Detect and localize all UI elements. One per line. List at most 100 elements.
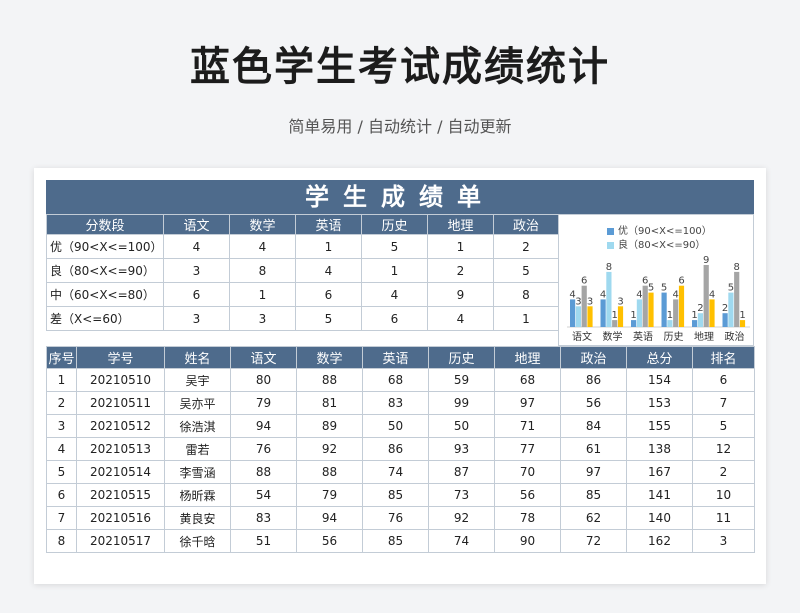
summary-row: 差（X<=60） 3 3 5 6 4 1 [46, 306, 559, 331]
table-row: 3 20210512 徐浩淇 94 89 50 50 71 84 155 5 [46, 414, 755, 438]
data-label: 3 [587, 296, 593, 307]
table-cell: 73 [428, 483, 495, 507]
data-label: 6 [581, 276, 587, 287]
table-cell: 78 [494, 506, 561, 530]
summary-count-cell: 3 [163, 258, 230, 283]
data-label: 5 [648, 283, 654, 294]
column-header: 学号 [76, 346, 165, 369]
table-cell: 6 [46, 483, 77, 507]
table-cell: 20210512 [76, 414, 165, 438]
bar [587, 306, 593, 327]
data-label: 1 [612, 310, 618, 321]
summary-count-cell: 4 [229, 234, 296, 259]
table-cell: 83 [230, 506, 297, 530]
table-cell: 88 [296, 368, 363, 392]
table-cell: 83 [362, 391, 429, 415]
table-cell: 62 [560, 506, 627, 530]
table-cell: 154 [626, 368, 693, 392]
table-cell: 71 [494, 414, 561, 438]
summary-header-cell: 政治 [493, 214, 559, 235]
table-cell: 59 [428, 368, 495, 392]
summary-count-cell: 9 [427, 282, 494, 307]
summary-count-cell: 2 [427, 258, 494, 283]
bar-chart-svg: 4363语文4813数学1465英语5146历史1294地理2581政治 [567, 255, 750, 343]
summary-row: 良（80<X<=90） 3 8 4 1 2 5 [46, 258, 559, 283]
table-cell: 72 [560, 529, 627, 553]
table-cell: 140 [626, 506, 693, 530]
table-row: 1 20210510 吴宇 80 88 68 59 68 86 154 6 [46, 368, 755, 392]
table-cell: 79 [296, 483, 363, 507]
column-header: 历史 [428, 346, 495, 369]
table-cell: 97 [494, 391, 561, 415]
table-cell: 20210511 [76, 391, 165, 415]
x-tick-label: 历史 [664, 331, 684, 343]
table-cell: 20210515 [76, 483, 165, 507]
table-cell: 80 [230, 368, 297, 392]
table-cell: 7 [46, 506, 77, 530]
summary-count-cell: 5 [295, 306, 362, 331]
column-header: 序号 [46, 346, 77, 369]
bar [697, 313, 703, 327]
score-range-chart: 优（90<X<=100） 良（80<X<=90） 4 3 6 3 语文 4 8 1 3 数学 1 4 6… [558, 214, 754, 346]
bar [600, 299, 606, 327]
summary-count-cell: 1 [493, 306, 559, 331]
data-label: 5 [728, 283, 734, 294]
data-label: 8 [734, 262, 740, 273]
column-header: 英语 [362, 346, 429, 369]
data-label: 3 [575, 296, 581, 307]
score-range-label: 中（60<X<=80） [46, 282, 164, 307]
table-cell: 8 [46, 529, 77, 553]
data-label: 1 [630, 310, 636, 321]
summary-count-cell: 3 [163, 306, 230, 331]
score-range-label: 良（80<X<=90） [46, 258, 164, 283]
bar [728, 292, 734, 327]
table-cell: 70 [494, 460, 561, 484]
data-label: 5 [661, 283, 667, 294]
summary-header-cell: 历史 [361, 214, 428, 235]
table-cell: 徐千晗 [164, 529, 231, 553]
bar [678, 285, 685, 327]
summary-header-cell: 地理 [427, 214, 494, 235]
table-cell: 2 [46, 391, 77, 415]
column-header: 排名 [692, 346, 755, 369]
summary-header-cell: 分数段 [46, 214, 164, 235]
table-cell: 94 [296, 506, 363, 530]
data-label: 4 [636, 289, 642, 300]
table-cell: 56 [296, 529, 363, 553]
table-cell: 68 [362, 368, 429, 392]
table-cell: 黄良安 [164, 506, 231, 530]
table-row: 8 20210517 徐千晗 51 56 85 74 90 72 162 3 [46, 529, 755, 553]
table-cell: 50 [428, 414, 495, 438]
table-header-row: 序号 学号 姓名 语文 数学 英语 历史 地理 政治 总分 排名 [46, 346, 755, 369]
data-label: 1 [739, 310, 745, 321]
column-header: 语文 [230, 346, 297, 369]
column-header: 地理 [494, 346, 561, 369]
summary-header-cell: 数学 [229, 214, 296, 235]
table-cell: 88 [230, 460, 297, 484]
table-cell: 92 [428, 506, 495, 530]
summary-header-cell: 英语 [295, 214, 362, 235]
sheet-banner: 学生成绩单 [46, 180, 754, 214]
table-cell: 51 [230, 529, 297, 553]
table-cell: 12 [692, 437, 755, 461]
table-cell: 7 [692, 391, 755, 415]
summary-count-cell: 2 [493, 234, 559, 259]
table-cell: 李雪涵 [164, 460, 231, 484]
column-header: 政治 [560, 346, 627, 369]
table-row: 5 20210514 李雪涵 88 88 74 87 70 97 167 2 [46, 460, 755, 484]
data-label: 2 [697, 303, 703, 314]
table-cell: 56 [560, 391, 627, 415]
score-range-summary-table: 分数段 语文 数学 英语 历史 地理 政治 优（90<X<=100） 4 4 1 5 1 2… [46, 214, 559, 331]
table-cell: 93 [428, 437, 495, 461]
table-row: 2 20210511 吴亦平 79 81 83 99 97 56 153 7 [46, 391, 755, 415]
x-tick-label: 政治 [725, 330, 745, 343]
table-cell: 54 [230, 483, 297, 507]
table-cell: 89 [296, 414, 363, 438]
table-cell: 88 [296, 460, 363, 484]
table-cell: 杨昕霖 [164, 483, 231, 507]
table-cell: 86 [560, 368, 627, 392]
table-cell: 153 [626, 391, 693, 415]
summary-count-cell: 1 [229, 282, 296, 307]
summary-row: 优（90<X<=100） 4 4 1 5 1 2 [46, 234, 559, 259]
table-cell: 20210516 [76, 506, 165, 530]
